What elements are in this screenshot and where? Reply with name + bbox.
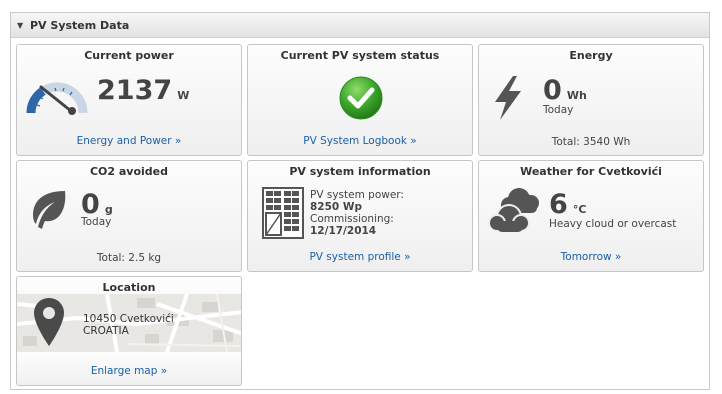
solar-panel-icon: [262, 187, 304, 239]
pv-info-title: PV system information: [289, 165, 431, 178]
energy-unit: Wh: [566, 89, 587, 102]
location-address-line1: 10450 Cvetkovići: [83, 313, 174, 325]
location-address-line2: CROATIA: [83, 325, 129, 337]
location-title: Location: [102, 281, 156, 294]
commissioning-value: 12/17/2014: [310, 225, 377, 237]
weather-temp-value: 6: [549, 189, 568, 220]
co2-avoided-tile: CO2 avoided 0 g Today Total: 2.5 kg: [16, 160, 242, 272]
panel-header[interactable]: ▼ PV System Data: [11, 13, 709, 38]
map-pin-icon: [34, 298, 64, 346]
pv-status-tile: Current PV system status PV System Logbo…: [247, 44, 473, 156]
commissioning-label: Commissioning:: [310, 213, 394, 225]
location-tile: Location 10450 Cvetkovići CROATIA Enlarg…: [16, 276, 242, 386]
pv-system-logbook-link[interactable]: PV System Logbook »: [248, 135, 472, 147]
co2-period: Today: [81, 216, 112, 228]
energy-total: Total: 3540 Wh: [551, 136, 631, 148]
pv-system-profile-link[interactable]: PV system profile »: [248, 251, 472, 263]
weather-temp-unit: °C: [572, 203, 587, 216]
current-power-unit: W: [177, 89, 190, 102]
pv-status-title: Current PV system status: [280, 49, 440, 62]
lightning-bolt-icon: [495, 76, 521, 120]
current-power-tile: Current power 2137 W Energy and Power »: [16, 44, 242, 156]
weather-title: Weather for Cvetkovići: [520, 165, 662, 178]
current-power-value: 2137: [97, 75, 173, 106]
co2-total: Total: 2.5 kg: [96, 252, 162, 264]
weather-condition: Heavy cloud or overcast: [549, 218, 677, 230]
pv-power-value: 8250 Wp: [310, 201, 362, 213]
energy-and-power-link[interactable]: Energy and Power »: [17, 135, 241, 147]
collapse-triangle-icon[interactable]: ▼: [17, 21, 23, 30]
panel-title: PV System Data: [30, 19, 130, 32]
pv-power-label: PV system power:: [310, 189, 404, 201]
tomorrow-link[interactable]: Tomorrow »: [479, 251, 703, 263]
energy-tile: Energy 0 Wh Today Total: 3540 Wh: [478, 44, 704, 156]
enlarge-map-link[interactable]: Enlarge map »: [17, 365, 241, 377]
co2-title: CO2 avoided: [89, 165, 169, 178]
gauge-icon: [26, 82, 88, 115]
pv-system-information-tile: PV system information PV system power: 8…: [247, 160, 473, 272]
energy-period: Today: [543, 104, 574, 116]
current-power-title: Current power: [84, 49, 174, 62]
status-ok-check-icon: [339, 76, 383, 120]
co2-unit: g: [104, 203, 113, 216]
weather-tile: Weather for Cvetkovići 6 °C Heavy cloud …: [478, 160, 704, 272]
leaf-icon: [33, 191, 66, 229]
energy-title: Energy: [569, 49, 613, 62]
cloud-icon: [488, 188, 539, 232]
energy-value: 0: [543, 75, 562, 106]
